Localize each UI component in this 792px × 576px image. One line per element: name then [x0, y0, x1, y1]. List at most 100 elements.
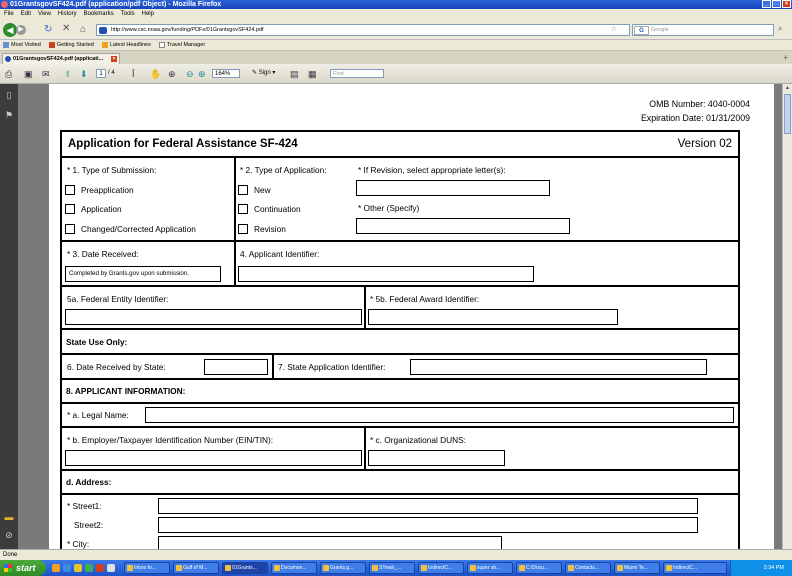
street2-input[interactable]	[158, 517, 698, 533]
type-of-submission-label: * 1. Type of Submission:	[67, 165, 157, 175]
vertical-scrollbar[interactable]: ▲	[782, 84, 792, 549]
scroll-up-icon[interactable]: ▲	[783, 84, 792, 92]
taskbar-item[interactable]: Grants.g...	[320, 562, 366, 574]
url-bar[interactable]: http://www.csc.noaa.gov/funding/PDFs/01G…	[96, 24, 630, 36]
legal-name-input[interactable]	[145, 407, 734, 423]
maximize-button[interactable]: □	[772, 0, 781, 8]
taskbar-item[interactable]: IndirectC...	[418, 562, 464, 574]
page-number-input[interactable]: 1	[96, 69, 106, 78]
desktop-quicklaunch-icon[interactable]	[85, 564, 93, 572]
menu-tools[interactable]: Tools	[121, 9, 135, 20]
bookmarks-panel-icon[interactable]: ⚑	[4, 110, 14, 120]
comments-icon[interactable]: ▬	[4, 512, 14, 522]
fit-page-icon[interactable]: ▤	[290, 68, 299, 80]
duns-input[interactable]	[368, 450, 505, 466]
street1-input[interactable]	[158, 498, 698, 514]
find-input[interactable]: Find	[330, 69, 384, 78]
preapplication-checkbox[interactable]	[65, 185, 75, 195]
ie-quicklaunch-icon[interactable]	[63, 564, 71, 572]
federal-award-input[interactable]	[368, 309, 618, 325]
application-checkbox[interactable]	[65, 204, 75, 214]
federal-entity-input[interactable]	[65, 309, 362, 325]
attachment-icon[interactable]: ⊘	[4, 530, 14, 540]
taskbar-item[interactable]: Gulf of M...	[173, 562, 219, 574]
bookmark-travel-manager[interactable]: Travel Manager	[158, 40, 205, 50]
new-tab-icon[interactable]: +	[783, 53, 788, 62]
firefox-quicklaunch-icon[interactable]	[52, 564, 60, 572]
print-icon[interactable]: ⎙	[5, 68, 12, 80]
taskbar-item[interactable]: Documen...	[271, 562, 317, 574]
taskbar-item[interactable]: Miami Te...	[614, 562, 660, 574]
state-app-id-input[interactable]	[410, 359, 707, 375]
select-text-icon[interactable]: Ī	[132, 68, 135, 80]
search-input[interactable]: G Google	[632, 24, 774, 36]
start-button[interactable]: start	[0, 560, 46, 576]
federal-identifier-row: 5a. Federal Entity Identifier: * 5b. Fed…	[62, 287, 738, 330]
revision-checkbox[interactable]	[238, 224, 248, 234]
changed-corrected-checkbox[interactable]	[65, 224, 75, 234]
type-of-application-label: * 2. Type of Application:	[240, 165, 327, 175]
bookmark-star-icon[interactable]: ☆	[610, 24, 617, 33]
zoom-tool-icon[interactable]: ⊕	[168, 68, 176, 80]
previous-page-icon[interactable]: ⬆	[64, 68, 72, 80]
site-identity-icon[interactable]	[99, 27, 107, 34]
bookmark-most-visited[interactable]: Most Visited	[3, 40, 41, 50]
minimize-button[interactable]: _	[762, 0, 771, 8]
applicant-identifier-input[interactable]	[238, 266, 534, 282]
menu-edit[interactable]: Edit	[21, 9, 31, 20]
taskbar-item[interactable]: IndirectC...	[663, 562, 727, 574]
outlook-quicklaunch-icon[interactable]	[74, 564, 82, 572]
menu-history[interactable]: History	[58, 9, 77, 20]
bookmark-latest-headlines[interactable]: Latest Headlines	[101, 40, 151, 50]
legal-name-label: * a. Legal Name:	[67, 410, 129, 420]
tab-pdf[interactable]: 01GrantsgovSF424.pdf (applicati... ×	[2, 53, 120, 64]
email-icon[interactable]: ✉	[42, 68, 50, 80]
windows-logo-icon	[4, 564, 12, 572]
clock[interactable]: 3:34 PM	[764, 565, 784, 571]
pages-icon[interactable]: ▯	[4, 90, 14, 100]
menu-bookmarks[interactable]: Bookmarks	[84, 9, 114, 20]
bookmark-getting-started[interactable]: Getting Started	[48, 40, 94, 50]
zoom-select[interactable]: 164%	[212, 69, 240, 78]
google-icon[interactable]: G	[634, 26, 649, 35]
forward-button[interactable]: ▶	[16, 25, 26, 35]
sign-button[interactable]: ✎ Sign ▾	[252, 69, 275, 78]
ein-input[interactable]	[65, 450, 362, 466]
app-quicklaunch-icon[interactable]	[96, 564, 104, 572]
zoom-in-icon[interactable]: ⊕	[198, 68, 206, 80]
continuation-checkbox[interactable]	[238, 204, 248, 214]
magnifier-icon[interactable]: ⌕	[778, 24, 782, 34]
home-icon[interactable]: ⌂	[80, 24, 86, 35]
taskbar-item-active[interactable]: 01Grants...	[222, 562, 268, 574]
date-received-state-input[interactable]	[204, 359, 268, 375]
close-button[interactable]: ×	[782, 0, 791, 8]
revision-letters-input[interactable]	[356, 180, 550, 196]
other-specify-input[interactable]	[356, 218, 570, 234]
reload-icon[interactable]: ↻	[44, 24, 52, 35]
taskbar-item[interactable]: Contacts...	[565, 562, 611, 574]
menu-help[interactable]: Help	[142, 9, 154, 20]
tab-close-icon[interactable]: ×	[111, 56, 117, 62]
city-input[interactable]	[158, 536, 502, 549]
taskbar-item[interactable]: super sh...	[467, 562, 513, 574]
rss-icon	[101, 42, 108, 48]
taskbar-item[interactable]: Inbox fo...	[124, 562, 170, 574]
app-quicklaunch-icon[interactable]	[107, 564, 115, 572]
start-label: start	[16, 563, 36, 573]
bookmark-label: Latest Headlines	[109, 41, 151, 48]
menu-file[interactable]: File	[4, 9, 14, 20]
taskbar-item[interactable]: C:\Docu...	[516, 562, 562, 574]
stop-icon[interactable]: ✕	[62, 23, 70, 34]
taskbar-item[interactable]: STwari_...	[369, 562, 415, 574]
back-button[interactable]: ◀	[3, 23, 17, 37]
fit-width-icon[interactable]: ▦	[308, 68, 317, 80]
scroll-thumb[interactable]	[784, 94, 791, 134]
app-icon	[666, 565, 672, 571]
save-icon[interactable]: ▣	[24, 68, 33, 80]
next-page-icon[interactable]: ⬇	[80, 68, 88, 80]
search-placeholder: Google	[651, 27, 669, 33]
hand-tool-icon[interactable]: ✋	[150, 68, 161, 80]
menu-view[interactable]: View	[38, 9, 51, 20]
new-checkbox[interactable]	[238, 185, 248, 195]
zoom-out-icon[interactable]: ⊖	[186, 68, 194, 80]
